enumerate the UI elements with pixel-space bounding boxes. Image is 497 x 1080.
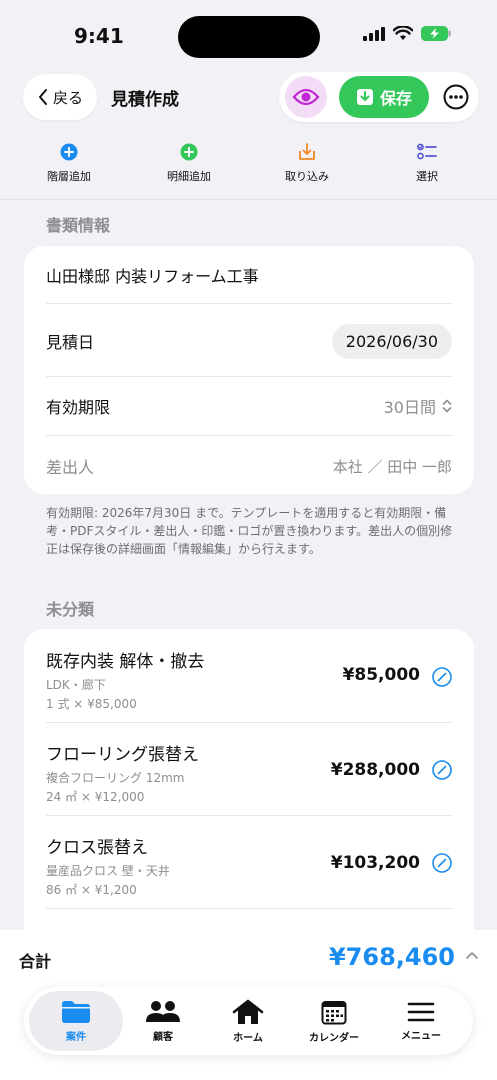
download-icon: [356, 89, 373, 105]
tab-bar: 案件 顧客 ホーム カレンダー メニュー: [24, 987, 473, 1055]
plus-circle-icon: [179, 142, 199, 162]
estimate-date-label: 見積日: [46, 333, 95, 352]
line-item-quantity: 86 ㎡ × ¥1,200: [46, 883, 137, 897]
tab-calendar[interactable]: カレンダー: [289, 991, 379, 1051]
line-item-price: ¥288,000: [330, 760, 420, 780]
add-group-button[interactable]: 階層追加: [24, 142, 114, 184]
row-divider: [46, 722, 452, 723]
preview-button[interactable]: [285, 76, 327, 118]
validity-note: 有効期限: 2026年7月30日 まで。テンプレートを適用すると有効期限・備考・…: [46, 506, 453, 556]
status-time: 9:41: [74, 24, 124, 48]
back-button[interactable]: 戻る: [23, 74, 97, 120]
sender-value: 本社 ／ 田中 一郎: [332, 457, 452, 476]
tab-label: ホーム: [233, 1032, 263, 1044]
tab-menu[interactable]: メニュー: [376, 991, 466, 1051]
chevron-up-icon[interactable]: [465, 950, 479, 960]
line-item-price: ¥85,000: [342, 665, 420, 685]
import-icon: [297, 142, 317, 162]
row-divider: [46, 908, 452, 909]
back-label: 戻る: [52, 88, 83, 107]
total-value: ¥768,460: [328, 943, 455, 971]
chevron-up-down-icon: [442, 399, 452, 413]
plus-circle-icon: [59, 142, 79, 162]
toolbar-divider: [0, 199, 497, 200]
import-button[interactable]: 取り込み: [262, 142, 352, 184]
tab-customers[interactable]: 顧客: [118, 991, 208, 1051]
home-icon: [232, 999, 264, 1024]
save-button[interactable]: 保存: [339, 76, 429, 118]
battery-charging-icon: [421, 26, 451, 41]
tab-label: 顧客: [153, 1031, 173, 1043]
document-info-card: 山田様邸 内装リフォーム工事 見積日 2026/06/30 有効期限 30日間 …: [24, 246, 474, 494]
page-title: 見積作成: [111, 90, 179, 110]
row-divider: [46, 376, 452, 377]
checklist-icon: [417, 142, 437, 162]
edit-icon[interactable]: [432, 760, 452, 780]
project-name-field[interactable]: 山田様邸 内装リフォーム工事: [46, 262, 452, 288]
edit-icon[interactable]: [432, 667, 452, 687]
edit-icon[interactable]: [432, 853, 452, 873]
signal-icon: [363, 26, 385, 41]
nav-header: 戻る 見積作成 保存: [0, 72, 497, 124]
project-name: 山田様邸 内装リフォーム工事: [46, 267, 259, 286]
calendar-icon: [321, 1000, 347, 1024]
uncategorized-section-title: 未分類: [46, 600, 95, 619]
validity-value: 30日間: [383, 398, 436, 417]
row-divider: [46, 435, 452, 436]
header-action-group: 保存: [279, 72, 479, 122]
line-item-quantity: 24 ㎡ × ¥12,000: [46, 790, 145, 804]
tab-label: カレンダー: [309, 1032, 359, 1044]
select-button[interactable]: 選択: [382, 142, 472, 184]
add-line-item-button[interactable]: 明細追加: [144, 142, 234, 184]
status-icons: [363, 26, 451, 41]
total-label: 合計: [19, 952, 52, 971]
wifi-icon: [393, 26, 413, 40]
dynamic-island: [178, 16, 320, 58]
line-item[interactable]: クロス張替え 量産品クロス 壁・天井 86 ㎡ × ¥1,200 ¥103,20…: [46, 833, 452, 897]
validity-picker[interactable]: 30日間: [384, 394, 452, 418]
menu-icon: [407, 1002, 435, 1021]
sender-row: 差出人 本社 ／ 田中 一郎: [46, 453, 452, 479]
tab-home[interactable]: ホーム: [203, 991, 293, 1051]
save-label: 保存: [379, 89, 412, 108]
line-item-price: ¥103,200: [330, 853, 420, 873]
sender-label: 差出人: [46, 458, 95, 477]
line-item[interactable]: 既存内装 解体・撤去 LDK・廊下 1 式 × ¥85,000 ¥85,000: [46, 647, 452, 711]
chevron-left-icon: [38, 89, 47, 105]
people-icon: [146, 1000, 180, 1022]
more-button[interactable]: [439, 80, 473, 114]
row-divider: [46, 303, 452, 304]
import-label: 取り込み: [285, 170, 329, 183]
eye-icon: [292, 88, 320, 106]
select-label: 選択: [416, 170, 438, 183]
line-item-quantity: 1 式 × ¥85,000: [46, 697, 137, 711]
status-bar: 9:41: [0, 0, 497, 72]
tab-label: メニュー: [401, 1030, 441, 1042]
line-items-card: 既存内装 解体・撤去 LDK・廊下 1 式 × ¥85,000 ¥85,000 …: [24, 629, 474, 949]
ellipsis-circle-icon: [443, 84, 469, 110]
tab-projects[interactable]: 案件: [29, 991, 123, 1051]
validity-row: 有効期限 30日間: [46, 393, 452, 419]
row-divider: [46, 815, 452, 816]
line-item[interactable]: フローリング張替え 複合フローリング 12mm 24 ㎡ × ¥12,000 ¥…: [46, 740, 452, 804]
document-info-section-title: 書類情報: [46, 216, 111, 235]
validity-label: 有効期限: [46, 398, 111, 417]
folder-icon: [62, 1000, 90, 1023]
add-group-label: 階層追加: [47, 170, 91, 183]
estimate-date-picker[interactable]: 2026/06/30: [331, 323, 452, 359]
estimate-date-row: 見積日 2026/06/30: [46, 322, 452, 360]
editor-toolbar: 階層追加 明細追加 取り込み 選択: [0, 142, 497, 198]
add-line-item-label: 明細追加: [167, 170, 211, 183]
tab-label: 案件: [66, 1031, 86, 1043]
